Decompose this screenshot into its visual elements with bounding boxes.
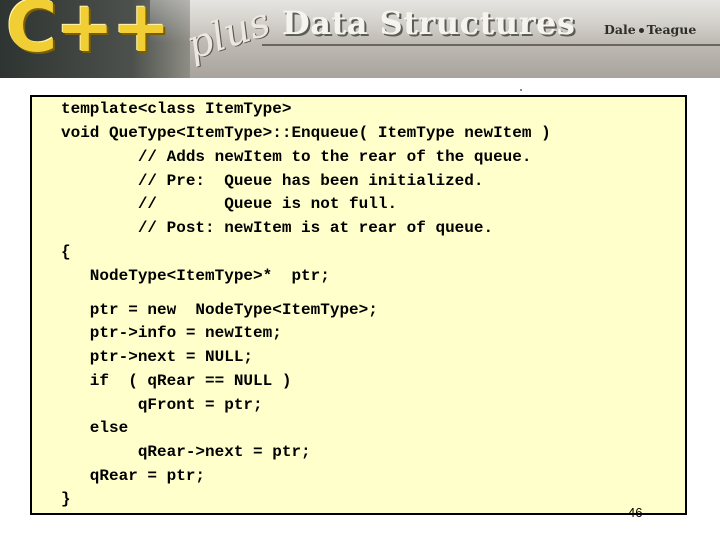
code-line: } xyxy=(61,490,71,508)
code-line: void QueType<ItemType>::Enqueue( ItemTyp… xyxy=(61,124,551,142)
bullet-icon xyxy=(638,28,644,33)
header-banner: C++ plus Data Structures Dale Teague xyxy=(0,0,720,78)
code-line: template<class ItemType> xyxy=(61,100,292,118)
code-line: NodeType<ItemType>* ptr; xyxy=(61,267,330,285)
code-line: ptr = new NodeType<ItemType>; xyxy=(61,301,378,319)
code-block: template<class ItemType> void QueType<It… xyxy=(32,97,685,513)
code-line: // Queue is not full. xyxy=(61,195,398,213)
banner-divider xyxy=(262,44,720,46)
code-line: qFront = ptr; xyxy=(61,396,263,414)
authors-label: Dale Teague xyxy=(604,22,697,37)
code-line: { xyxy=(61,243,71,261)
code-line: qRear->next = ptr; xyxy=(61,443,311,461)
author-teague: Teague xyxy=(646,22,697,37)
code-line: // Post: newItem is at rear of queue. xyxy=(61,219,494,237)
page-number: 46 xyxy=(628,505,643,520)
logo-cpp-text: C++ xyxy=(6,0,171,68)
author-dale: Dale xyxy=(604,22,636,37)
code-line: qRear = ptr; xyxy=(61,467,206,485)
code-line: // Pre: Queue has been initialized. xyxy=(61,172,484,190)
code-line: ptr->next = NULL; xyxy=(61,348,254,366)
code-panel: template<class ItemType> void QueType<It… xyxy=(30,95,687,515)
stray-dot xyxy=(520,89,522,91)
code-line: ptr->info = newItem; xyxy=(61,324,282,342)
code-line: // Adds newItem to the rear of the queue… xyxy=(61,148,532,166)
code-line: else xyxy=(61,419,129,437)
code-line: if ( qRear == NULL ) xyxy=(61,372,292,390)
banner-title: Data Structures xyxy=(282,4,576,42)
